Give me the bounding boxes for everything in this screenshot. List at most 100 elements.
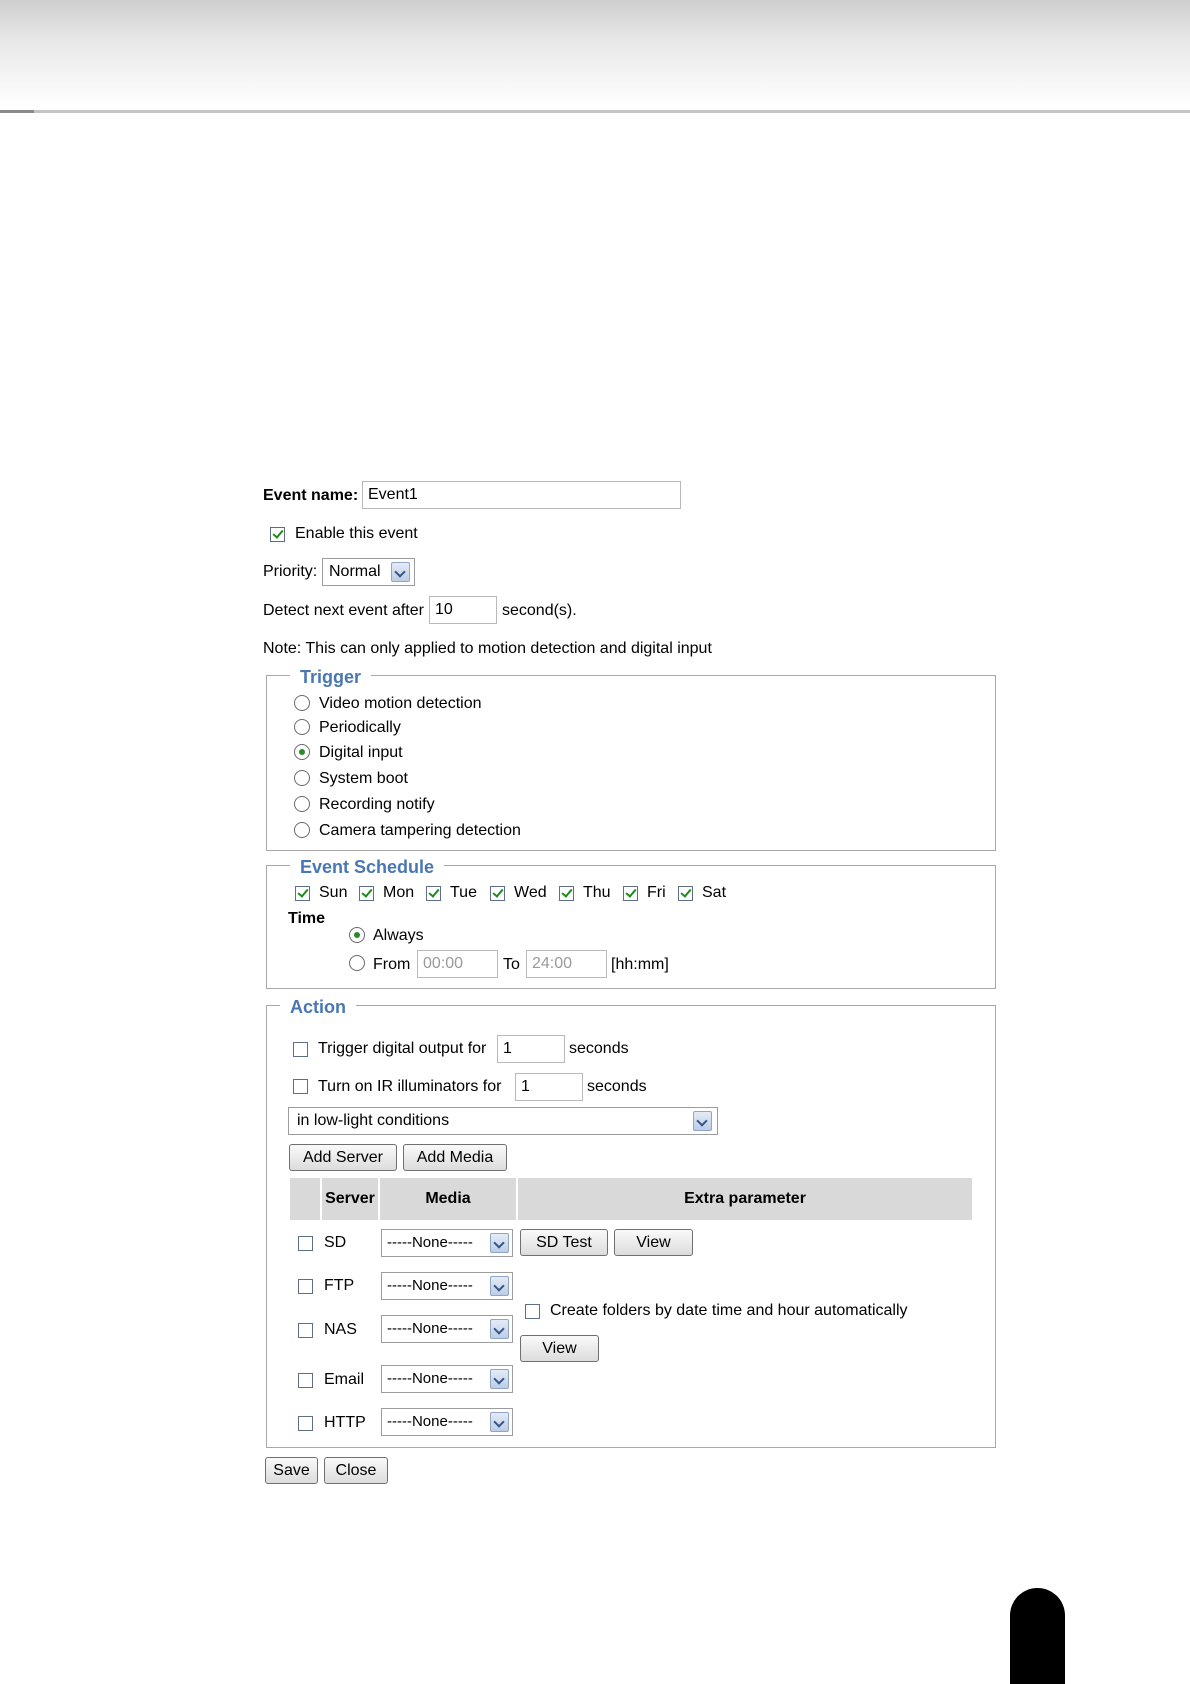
trigger-label-system-boot: System boot: [319, 770, 408, 787]
close-button[interactable]: Close: [324, 1457, 388, 1484]
note-text: Note: This can only applied to motion de…: [263, 640, 712, 657]
action-fieldset: [266, 1005, 996, 1448]
time-label-to: To: [503, 956, 520, 973]
media-select-email[interactable]: -----None-----: [381, 1365, 513, 1393]
day-label-mon: Mon: [383, 884, 415, 901]
action-legend: Action: [280, 996, 356, 1018]
trigger-radio-video-motion[interactable]: [294, 695, 310, 711]
time-label: Time: [288, 910, 326, 927]
server-label-http: HTTP: [324, 1414, 366, 1431]
media-select-sd[interactable]: -----None-----: [381, 1229, 513, 1257]
time-format-label: [hh:mm]: [611, 956, 669, 973]
trigger-radio-system-boot[interactable]: [294, 770, 310, 786]
trigger-legend: Trigger: [290, 666, 372, 688]
chevron-down-icon: [693, 1111, 712, 1131]
server-label-email: Email: [324, 1371, 365, 1388]
trigger-label-recording-notify: Recording notify: [319, 796, 435, 813]
sd-view-button[interactable]: View: [614, 1229, 693, 1256]
event-name-input[interactable]: [362, 481, 681, 509]
header-accent: [0, 110, 34, 113]
chevron-down-icon: [490, 1369, 509, 1389]
day-label-sun: Sun: [319, 884, 348, 901]
ir-unit: seconds: [587, 1078, 647, 1095]
header-divider: [0, 110, 1190, 113]
time-radio-from[interactable]: [349, 955, 365, 971]
ir-checkbox[interactable]: [293, 1079, 308, 1094]
enable-event-checkbox[interactable]: [270, 527, 285, 542]
table-header-extra: Extra parameter: [518, 1178, 972, 1220]
media-select-http[interactable]: -----None-----: [381, 1408, 513, 1436]
ir-input[interactable]: [515, 1073, 583, 1101]
priority-select[interactable]: Normal: [322, 558, 415, 586]
day-label-fri: Fri: [647, 884, 666, 901]
day-label-wed: Wed: [514, 884, 547, 901]
media-select-nas[interactable]: -----None-----: [381, 1315, 513, 1343]
event-name-label: Event name:: [263, 487, 359, 504]
chevron-down-icon: [490, 1319, 509, 1339]
day-label-tue: Tue: [450, 884, 477, 901]
trigger-label-video-motion: Video motion detection: [319, 695, 482, 712]
add-server-button[interactable]: Add Server: [289, 1144, 397, 1171]
enable-event-label: Enable this event: [295, 525, 418, 542]
day-checkbox-mon[interactable]: [359, 886, 374, 901]
server-checkbox-email[interactable]: [298, 1373, 313, 1388]
header-band: [0, 0, 1190, 110]
server-label-ftp: FTP: [324, 1277, 355, 1294]
day-checkbox-thu[interactable]: [559, 886, 574, 901]
add-media-button[interactable]: Add Media: [403, 1144, 507, 1171]
digital-output-input[interactable]: [497, 1035, 565, 1063]
schedule-legend: Event Schedule: [290, 856, 445, 878]
trigger-radio-periodically[interactable]: [294, 719, 310, 735]
time-label-from: From: [373, 956, 411, 973]
server-checkbox-http[interactable]: [298, 1416, 313, 1431]
media-value-ftp: -----None-----: [387, 1277, 473, 1294]
detect-interval-input[interactable]: [429, 596, 497, 624]
day-checkbox-wed[interactable]: [490, 886, 505, 901]
server-checkbox-ftp[interactable]: [298, 1279, 313, 1294]
day-checkbox-tue[interactable]: [426, 886, 441, 901]
trigger-radio-recording-notify[interactable]: [294, 796, 310, 812]
server-checkbox-sd[interactable]: [298, 1236, 313, 1251]
ir-condition-value: in low-light conditions: [297, 1112, 450, 1129]
digital-output-checkbox[interactable]: [293, 1042, 308, 1057]
nas-view-button[interactable]: View: [520, 1335, 599, 1362]
trigger-radio-camera-tampering[interactable]: [294, 822, 310, 838]
media-select-ftp[interactable]: -----None-----: [381, 1272, 513, 1300]
detect-next-label: Detect next event after: [263, 602, 424, 619]
media-value-http: -----None-----: [387, 1413, 473, 1430]
priority-label: Priority:: [263, 563, 318, 580]
trigger-label-digital-input: Digital input: [319, 744, 403, 761]
chevron-down-icon: [391, 562, 410, 582]
trigger-label-camera-tampering: Camera tampering detection: [319, 822, 521, 839]
day-checkbox-fri[interactable]: [623, 886, 638, 901]
day-label-thu: Thu: [583, 884, 611, 901]
sd-test-button[interactable]: SD Test: [520, 1229, 608, 1256]
table-header-select: [290, 1178, 320, 1220]
time-radio-always[interactable]: [349, 927, 365, 943]
detect-unit-label: second(s).: [502, 602, 577, 619]
media-value-sd: -----None-----: [387, 1234, 473, 1251]
chevron-down-icon: [490, 1412, 509, 1432]
day-checkbox-sun[interactable]: [295, 886, 310, 901]
server-label-sd: SD: [324, 1234, 347, 1251]
digital-output-unit: seconds: [569, 1040, 629, 1057]
day-checkbox-sat[interactable]: [678, 886, 693, 901]
trigger-label-periodically: Periodically: [319, 719, 401, 736]
priority-value: Normal: [329, 563, 381, 580]
server-label-nas: NAS: [324, 1321, 357, 1338]
day-label-sat: Sat: [702, 884, 727, 901]
server-checkbox-nas[interactable]: [298, 1323, 313, 1338]
trigger-radio-digital-input[interactable]: [294, 744, 310, 760]
digital-output-label: Trigger digital output for: [318, 1040, 487, 1057]
table-header-server: Server: [322, 1178, 378, 1220]
create-folders-checkbox[interactable]: [525, 1304, 540, 1319]
ir-condition-select[interactable]: in low-light conditions: [288, 1107, 718, 1135]
time-label-always: Always: [373, 927, 424, 944]
time-to-input[interactable]: [526, 950, 607, 978]
ir-label: Turn on IR illuminators for: [318, 1078, 502, 1095]
create-folders-label: Create folders by date time and hour aut…: [550, 1302, 908, 1319]
media-value-email: -----None-----: [387, 1370, 473, 1387]
chevron-down-icon: [490, 1233, 509, 1253]
save-button[interactable]: Save: [265, 1457, 318, 1484]
time-from-input[interactable]: [417, 950, 498, 978]
